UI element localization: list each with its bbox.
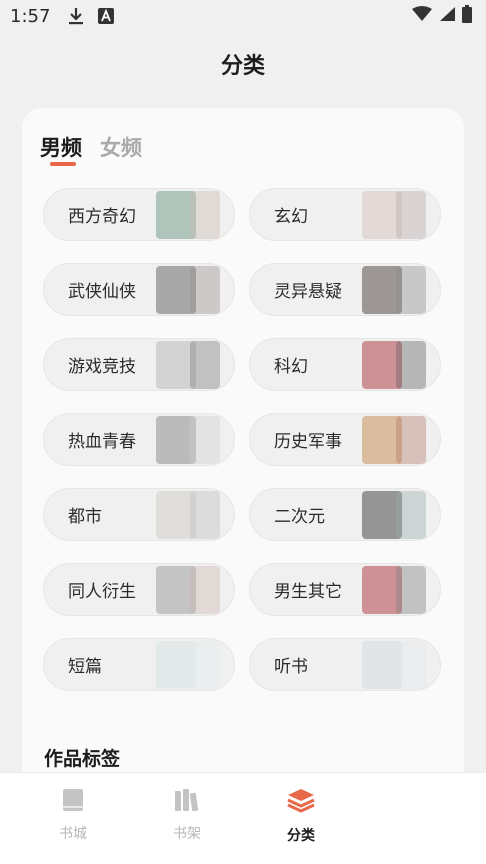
bottom-nav: 书城 书架 分类 bbox=[0, 772, 486, 864]
gender-tabs: 男频 女频 bbox=[40, 132, 142, 162]
book-cover-image bbox=[190, 341, 220, 389]
category-label: 游戏竞技 bbox=[68, 357, 136, 377]
a-box-icon bbox=[98, 8, 115, 24]
book-cover-image bbox=[396, 566, 426, 614]
category-label: 灵异悬疑 bbox=[274, 282, 342, 302]
nav-label: 分类 bbox=[287, 828, 315, 844]
book-cover-image bbox=[190, 641, 220, 689]
book-cover-image bbox=[190, 491, 220, 539]
category-urban[interactable]: 都市 bbox=[43, 488, 235, 541]
book-cover-image bbox=[190, 266, 220, 314]
nav-bookstore[interactable]: 书城 bbox=[16, 773, 130, 864]
category-wuxia[interactable]: 武侠仙侠 bbox=[43, 263, 235, 316]
nav-label: 书城 bbox=[59, 826, 87, 842]
category-label: 玄幻 bbox=[274, 207, 308, 227]
book-cover-image bbox=[396, 266, 426, 314]
download-icon bbox=[68, 7, 84, 25]
category-audiobook[interactable]: 听书 bbox=[249, 638, 441, 691]
category-label: 短篇 bbox=[68, 657, 102, 677]
book-cover-image bbox=[396, 341, 426, 389]
status-time: 1:57 bbox=[10, 5, 51, 27]
nav-bookshelf[interactable]: 书架 bbox=[130, 773, 244, 864]
category-short-story[interactable]: 短篇 bbox=[43, 638, 235, 691]
category-label: 同人衍生 bbox=[68, 582, 136, 602]
category-history-military[interactable]: 历史军事 bbox=[249, 413, 441, 466]
category-label: 都市 bbox=[68, 507, 102, 527]
signal-icon bbox=[438, 6, 456, 27]
category-label: 二次元 bbox=[274, 507, 325, 527]
category-fanfiction[interactable]: 同人衍生 bbox=[43, 563, 235, 616]
nav-label: 书架 bbox=[173, 826, 201, 842]
page-title: 分类 bbox=[220, 54, 265, 79]
book-cover-image bbox=[190, 416, 220, 464]
battery-icon bbox=[462, 4, 472, 28]
status-right-group bbox=[412, 4, 472, 28]
category-label: 历史军事 bbox=[274, 432, 342, 452]
bookshelf-icon bbox=[173, 787, 201, 817]
category-gaming[interactable]: 游戏竞技 bbox=[43, 338, 235, 391]
layers-icon bbox=[286, 787, 316, 819]
category-western-fantasy[interactable]: 西方奇幻 bbox=[43, 188, 235, 241]
category-label: 男生其它 bbox=[274, 582, 342, 602]
book-cover-image bbox=[190, 566, 220, 614]
tab-female[interactable]: 女频 bbox=[100, 132, 142, 162]
category-anime[interactable]: 二次元 bbox=[249, 488, 441, 541]
section-heading-tags: 作品标签 bbox=[44, 748, 121, 770]
book-cover-image bbox=[396, 416, 426, 464]
tab-male[interactable]: 男频 bbox=[40, 132, 82, 162]
status-bar: 1:57 bbox=[0, 0, 486, 32]
book-cover-image bbox=[190, 191, 220, 239]
category-label: 听书 bbox=[274, 657, 308, 677]
category-label: 热血青春 bbox=[68, 432, 136, 452]
book-cover-image bbox=[396, 641, 426, 689]
category-male-other[interactable]: 男生其它 bbox=[249, 563, 441, 616]
book-icon bbox=[60, 787, 86, 817]
category-scifi[interactable]: 科幻 bbox=[249, 338, 441, 391]
category-label: 西方奇幻 bbox=[68, 207, 136, 227]
active-tab-indicator bbox=[50, 162, 76, 166]
category-supernatural[interactable]: 灵异悬疑 bbox=[249, 263, 441, 316]
category-youth[interactable]: 热血青春 bbox=[43, 413, 235, 466]
category-label: 科幻 bbox=[274, 357, 308, 377]
category-grid: 西方奇幻 玄幻 武侠仙侠 灵异悬疑 游戏竞技 科幻 热血青春 历史军事 都市 二… bbox=[43, 188, 441, 691]
book-cover-image bbox=[396, 191, 426, 239]
category-label: 武侠仙侠 bbox=[68, 282, 136, 302]
book-cover-image bbox=[396, 491, 426, 539]
category-card: 男频 女频 西方奇幻 玄幻 武侠仙侠 灵异悬疑 游戏竞技 科幻 热血青春 历史军… bbox=[22, 108, 464, 808]
category-xuanhuan[interactable]: 玄幻 bbox=[249, 188, 441, 241]
nav-category[interactable]: 分类 bbox=[244, 773, 358, 864]
wifi-icon bbox=[412, 5, 432, 27]
